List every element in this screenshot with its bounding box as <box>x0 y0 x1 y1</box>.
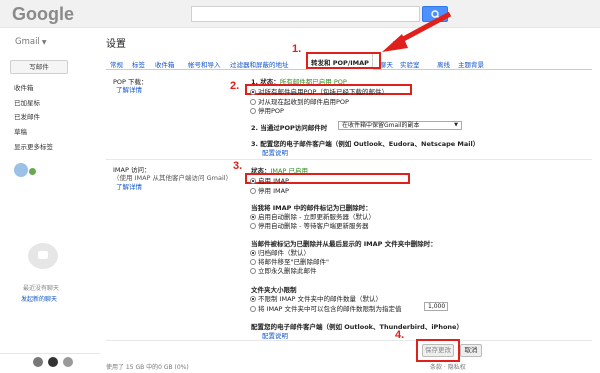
annotation-number: 2. <box>230 80 240 92</box>
tab-labs[interactable]: 实验室 <box>400 59 420 69</box>
cancel-button[interactable]: 取消 <box>460 344 482 357</box>
radio-selected-icon[interactable] <box>250 296 256 302</box>
tab-labels[interactable]: 标签 <box>132 59 145 69</box>
divider <box>106 159 592 160</box>
storage-usage: 使用了 15 GB 中的0 GB (0%) <box>106 364 189 371</box>
pop-learn-more-link[interactable]: 了解详情 <box>116 84 142 94</box>
imap-config-link[interactable]: 配置说明 <box>262 330 288 340</box>
sidebar-item-more-labels[interactable]: 显示更多标签 <box>14 141 53 151</box>
tab-inbox[interactable]: 收件箱 <box>155 59 175 69</box>
imap-option-disable[interactable]: 停用 IMAP <box>250 185 289 195</box>
chevron-down-icon: ▼ <box>41 39 47 46</box>
imap-limit-set[interactable]: 将 IMAP 文件夹中可以包含的邮件数限制为指定值 <box>250 303 402 313</box>
pop-option-off[interactable]: 停用POP <box>250 105 284 115</box>
tab-general[interactable]: 常规 <box>110 59 123 69</box>
imap-autoexpunge-off-label: 停用自动删除 - 等待客户端更新服务器 <box>258 222 369 230</box>
annotation-arrow-icon <box>382 11 452 52</box>
gmail-switcher[interactable]: Gmail ▼ <box>15 37 46 47</box>
sidebar-item-drafts[interactable]: 草稿 <box>14 126 27 136</box>
sidebar-item-starred[interactable]: 已加星标 <box>14 97 40 107</box>
radio-icon[interactable] <box>250 188 256 194</box>
top-bar: Google <box>0 0 600 28</box>
hangouts-icon <box>28 243 58 269</box>
footer-links[interactable]: 条款 · 隐私权 <box>430 362 466 371</box>
gmail-label: Gmail <box>15 37 40 47</box>
annotation-box <box>306 52 381 69</box>
imap-limit-none-label: 不限制 IMAP 文件夹中的邮件数量（默认） <box>258 295 383 303</box>
radio-icon[interactable] <box>250 223 256 229</box>
radio-icon[interactable] <box>250 268 256 274</box>
pop-when-accessed-label: 2. 当通过POP访问邮件时 <box>251 124 328 132</box>
avatar[interactable] <box>14 163 28 177</box>
radio-selected-icon[interactable] <box>250 178 256 184</box>
chevron-down-icon: ▼ <box>454 122 458 128</box>
status-dot-icon <box>28 167 37 176</box>
imap-learn-more-link[interactable]: 了解详情 <box>116 181 142 191</box>
divider <box>106 340 592 341</box>
imap-option-enable[interactable]: 启用 IMAP <box>250 175 289 185</box>
tab-filters[interactable]: 过滤器和屏蔽的地址 <box>230 59 289 69</box>
sidebar-item-inbox[interactable]: 收件箱 <box>14 82 34 92</box>
imap-expunge-delete-label: 立即永久删除此邮件 <box>258 267 317 275</box>
pop-option-all-label: 对所有邮件启用POP（包括已经下载的邮件） <box>258 88 388 96</box>
person-icon[interactable] <box>33 357 43 367</box>
radio-icon[interactable] <box>250 108 256 114</box>
imap-limit-value: 1,000 <box>428 303 446 310</box>
pop-config-link[interactable]: 配置说明 <box>262 147 288 157</box>
page-title: 设置 <box>106 39 126 50</box>
imap-option-enable-label: 启用 IMAP <box>258 177 289 185</box>
pop-action-value: 在收件箱中保留Gmail的副本 <box>342 122 420 129</box>
imap-limit-none[interactable]: 不限制 IMAP 文件夹中的邮件数量（默认） <box>250 293 382 303</box>
radio-icon[interactable] <box>250 306 256 312</box>
google-logo[interactable]: Google <box>12 4 74 25</box>
hangouts-small-icon[interactable] <box>48 357 58 367</box>
tab-offline[interactable]: 离线 <box>437 59 450 69</box>
pop-option-all[interactable]: 对所有邮件启用POP（包括已经下载的邮件） <box>250 86 388 96</box>
imap-expunge-delete[interactable]: 立即永久删除此邮件 <box>250 265 317 275</box>
radio-selected-icon[interactable] <box>250 89 256 95</box>
tab-accounts[interactable]: 帐号和导入 <box>188 59 221 69</box>
annotation-number: 3. <box>233 160 243 172</box>
imap-option-disable-label: 停用 IMAP <box>258 187 289 195</box>
save-changes-button[interactable]: 保存更改 <box>422 344 454 357</box>
tab-chat[interactable]: 聊天 <box>380 59 393 69</box>
imap-autoexpunge-off[interactable]: 停用自动删除 - 等待客户端更新服务器 <box>250 220 368 230</box>
pop-action-select[interactable]: 在收件箱中保留Gmail的副本 ▼ <box>338 121 462 130</box>
chat-empty-text: 最近没有聊天 <box>23 285 60 292</box>
phone-icon[interactable] <box>63 357 73 367</box>
pop-option-off-label: 停用POP <box>258 107 284 115</box>
start-chat-link[interactable]: 发起新的聊天 <box>21 294 57 303</box>
compose-button[interactable]: 写邮件 <box>10 60 68 74</box>
annotation-number: 1. <box>292 43 302 55</box>
imap-limit-set-label: 将 IMAP 文件夹中可以包含的邮件数限制为指定值 <box>258 305 402 313</box>
imap-limit-select[interactable]: 1,000 <box>424 302 448 311</box>
sidebar-item-sent[interactable]: 已发邮件 <box>14 111 40 121</box>
tab-themes[interactable]: 主题背景 <box>458 59 484 69</box>
annotation-number: 4. <box>395 329 405 341</box>
